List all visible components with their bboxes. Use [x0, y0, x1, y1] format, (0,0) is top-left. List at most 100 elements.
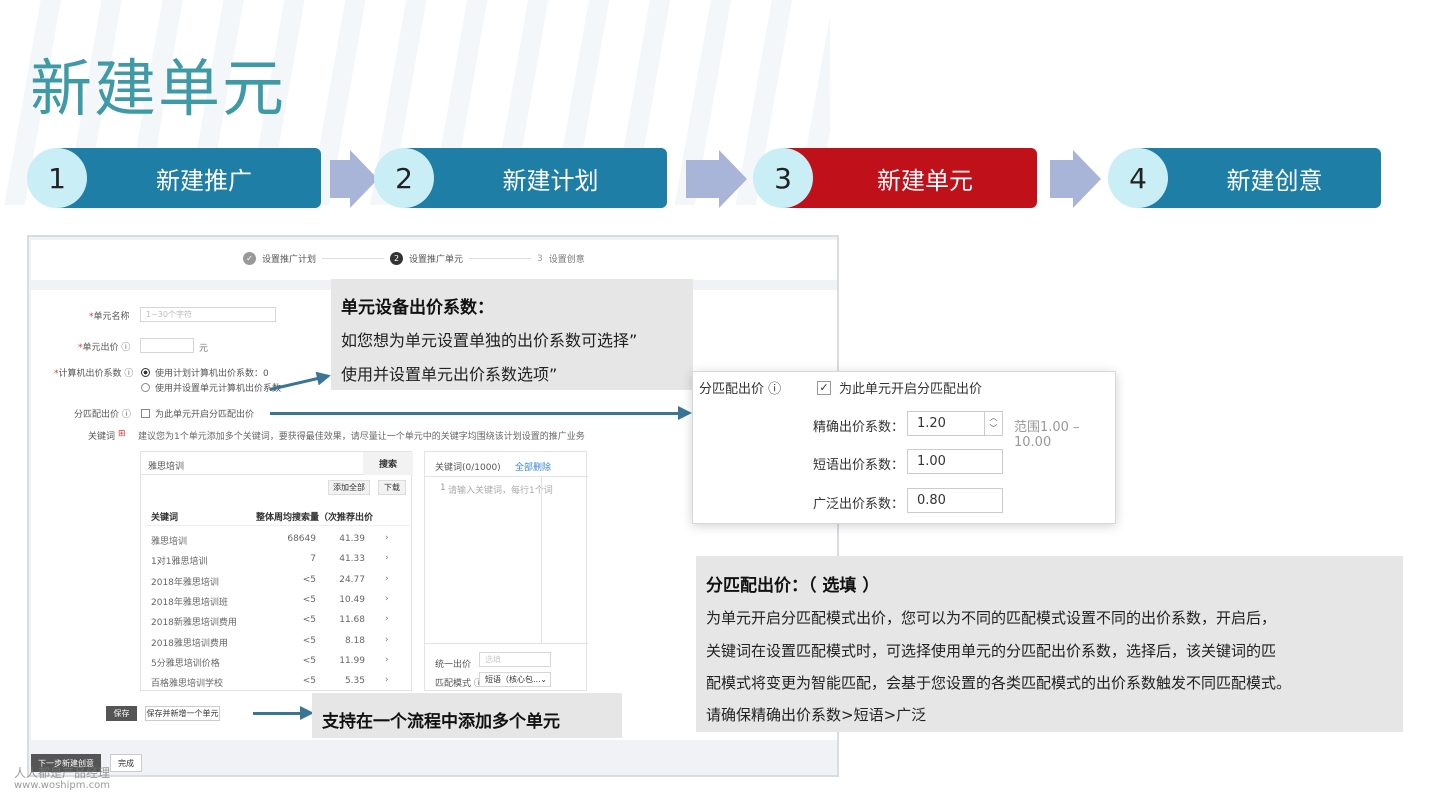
exact-coef-label: 精确出价系数：	[813, 420, 905, 435]
chevron-right-icon[interactable]: ›	[385, 553, 389, 563]
save-add-unit-button[interactable]: 保存并新增一个单元	[145, 706, 220, 721]
callout-line: 如您想为单元设置单独的出价系数可选择”	[341, 331, 638, 350]
step-label: 新建推广	[156, 166, 252, 195]
col-header-volume: 整体周均搜索量（次）	[256, 513, 347, 523]
stepper-icon[interactable]: ︿ ﹀	[984, 412, 1002, 435]
cell-bid: 11.99	[339, 655, 365, 666]
arrow-head	[678, 406, 692, 420]
match-bid-checkbox[interactable]: ✓ 为此单元开启分匹配出价	[817, 378, 982, 397]
match-checkbox[interactable]: 为此单元开启分匹配出价	[141, 407, 254, 420]
table-row[interactable]: 2018新雅思培训费用 <5 11.68 ›	[141, 613, 413, 631]
cell-volume: <5	[302, 574, 316, 585]
match-mode-select[interactable]: 短语（核心包... ⌄	[479, 672, 551, 687]
cell-volume: 68649	[287, 534, 316, 544]
match-mode-value: 短语（核心包...	[485, 675, 541, 684]
chevron-right-icon[interactable]: ›	[385, 614, 389, 624]
table-row[interactable]: 2018年雅思培训 <5 24.77 ›	[141, 573, 413, 591]
col-header-keyword: 关键词	[151, 513, 179, 523]
phrase-coef-input[interactable]: 1.00	[907, 449, 1003, 474]
match-bid-label: 分匹配出价 ⓘ	[699, 382, 782, 397]
keyword-search-input[interactable]: 雅思培训	[141, 452, 363, 475]
checkbox-icon	[141, 409, 150, 418]
callout-match-bid: 分匹配出价：（ 选填 ） 为单元开启分匹配模式出价，您可以为不同的匹配模式设置不…	[696, 556, 1403, 732]
callout-unit-bid-coef: 单元设备出价系数： 如您想为单元设置单独的出价系数可选择” 使用并设置单元出价系…	[331, 279, 693, 390]
wizard-step-1: 设置推广计划	[262, 255, 317, 265]
step-1: 1 新建推广	[27, 148, 321, 208]
clear-all-link[interactable]: 全部删除	[515, 460, 551, 473]
exact-coef-input[interactable]: 1.20 ︿ ﹀	[907, 411, 1003, 436]
callout-line: 关键词在设置匹配模式时，可选择使用单元的分匹配出价系数，选择后，该关键词的匹	[706, 642, 1277, 660]
step-3: 3 新建单元	[753, 148, 1037, 208]
table-row[interactable]: 2018年雅思培训班 <5 10.49 ›	[141, 593, 413, 611]
wizard-step-3: 设置创意	[548, 255, 585, 265]
unit-bid-label: *单元出价 ⓘ	[78, 343, 131, 353]
download-button[interactable]: 下载	[378, 480, 406, 495]
cell-bid: 8.18	[344, 635, 365, 646]
unified-bid-input[interactable]: 选填	[479, 652, 551, 667]
chevron-right-icon[interactable]: ›	[385, 635, 389, 645]
chevron-right-icon[interactable]: ›	[385, 655, 389, 665]
unified-bid-label: 统一出价	[435, 660, 472, 670]
chevron-right-icon[interactable]: ›	[385, 574, 389, 584]
callout-line: 请确保精确出价系数>短语>广泛	[706, 706, 927, 724]
callout-line: 使用并设置单元出价系数选项”	[341, 365, 558, 384]
broad-coef-input[interactable]: 0.80	[907, 488, 1003, 513]
unit-bid-input[interactable]	[140, 338, 194, 353]
chevron-right-icon[interactable]: ›	[385, 675, 389, 685]
table-row[interactable]: 2018雅思培训费用 <5 8.18 ›	[141, 634, 413, 652]
cell-keyword: 2018年雅思培训班	[151, 597, 228, 608]
cell-bid: 41.33	[339, 554, 365, 565]
cell-volume: <5	[302, 594, 316, 605]
chevron-right-icon[interactable]: ›	[385, 533, 389, 543]
cell-volume: <5	[302, 655, 316, 666]
pc-opt1-radio[interactable]: 使用计划计算机出价系数：0	[141, 366, 269, 379]
cell-bid: 10.49	[339, 594, 365, 605]
unit-name-label: *单元名称	[89, 312, 130, 322]
wizard-step-3-number: 3	[537, 253, 543, 264]
radio-icon	[141, 383, 150, 392]
radio-selected-icon	[141, 368, 150, 377]
step-number: 3	[753, 148, 813, 208]
watermark-line2: www.woshipm.com	[14, 780, 111, 791]
wizard-step-2-number: 2	[390, 252, 404, 265]
table-row[interactable]: 百格雅思培训学校 <5 5.35 ›	[141, 674, 413, 692]
pc-opt1-label: 使用计划计算机出价系数：0	[155, 369, 269, 379]
exact-coef-range: 范围1.00 – 10.00	[1014, 420, 1080, 450]
match-label: 分匹配出价 ⓘ	[74, 410, 131, 420]
cell-volume: <5	[302, 676, 316, 687]
cell-bid: 41.39	[339, 534, 365, 544]
cell-keyword: 2018雅思培训费用	[151, 638, 228, 649]
cell-bid: 11.68	[339, 615, 365, 626]
table-row[interactable]: 1对1雅思培训 7 41.33 ›	[141, 552, 413, 570]
table-row[interactable]: 5分雅思培训价格 <5 11.99 ›	[141, 654, 413, 672]
checkbox-checked-icon: ✓	[817, 380, 831, 395]
step-number: 2	[374, 148, 434, 208]
step-number: 4	[1108, 148, 1168, 208]
step-label: 新建单元	[877, 166, 973, 195]
callout-line: 为单元开启分匹配模式出价，您可以为不同的匹配模式设置不同的出价系数，开启后，	[706, 609, 1277, 627]
pc-opt2-label: 使用并设置单元计算机出价系数	[155, 384, 282, 394]
wizard-progress: ✓ 设置推广计划 2 设置推广单元 3 设置创意	[31, 240, 837, 280]
match-bid-panel: 分匹配出价 ⓘ ✓ 为此单元开启分匹配出价 精确出价系数： 1.20 ︿ ﹀ 范围…	[692, 371, 1116, 524]
keyword-entry-box: 关键词(0/1000) 全部删除 1 请输入关键词，每行1个词 统一出价 选填 …	[424, 451, 588, 691]
table-row[interactable]: 雅思培训 68649 41.39 ›	[141, 532, 413, 550]
cell-keyword: 1对1雅思培训	[151, 557, 208, 568]
step-2: 2 新建计划	[374, 148, 667, 208]
cell-bid: 5.35	[344, 676, 365, 687]
add-all-button[interactable]: 添加全部	[328, 480, 370, 495]
cell-keyword: 2018新雅思培训费用	[151, 618, 237, 629]
chevron-right-icon[interactable]: ›	[385, 594, 389, 604]
save-button[interactable]: 保存	[106, 706, 137, 721]
done-button[interactable]: 完成	[110, 754, 142, 772]
match-check-label: 为此单元开启分匹配出价	[155, 410, 255, 420]
phrase-coef-label: 短语出价系数：	[813, 458, 905, 473]
arrow-line	[253, 712, 303, 715]
search-button[interactable]: 搜索	[363, 452, 413, 475]
step-label: 新建计划	[502, 166, 599, 195]
callout-multi-unit: 支持在一个流程中添加多个单元	[312, 693, 622, 738]
unit-name-input[interactable]: 1~30个字符	[140, 307, 276, 322]
step-arrow-1	[330, 160, 352, 198]
broad-coef-label: 广泛出价系数：	[813, 497, 905, 512]
keyword-textarea[interactable]: 请输入关键词，每行1个词	[448, 483, 553, 496]
pc-opt2-radio[interactable]: 使用并设置单元计算机出价系数	[141, 381, 281, 394]
